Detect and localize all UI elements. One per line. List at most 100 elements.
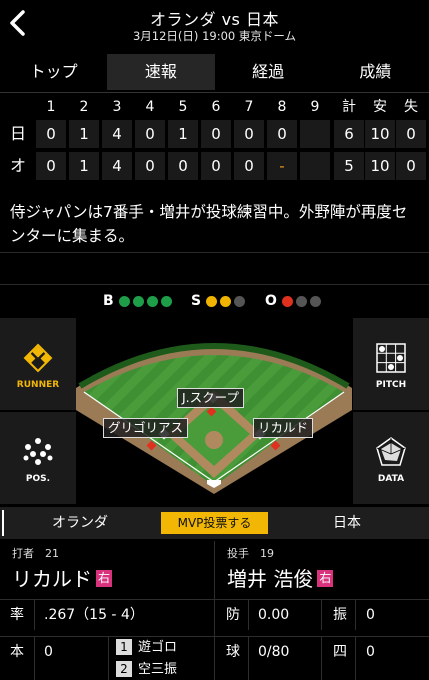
inning-score: 0 <box>135 120 165 148</box>
at-bat-number: 2 <box>116 661 132 677</box>
tab-live[interactable]: 速報 <box>107 54 215 90</box>
total-runs: 5 <box>334 152 364 180</box>
strike-zone-grid-icon <box>376 343 406 373</box>
ball-dot <box>118 295 130 307</box>
total-errors: 0 <box>396 120 426 148</box>
divider <box>34 600 35 630</box>
runner-button-label: RUNNER <box>16 380 60 390</box>
ball-dot <box>132 295 144 307</box>
total-errors: 0 <box>396 152 426 180</box>
strike-count: S <box>191 292 248 310</box>
ball-dot <box>146 295 158 307</box>
divider <box>0 284 429 285</box>
fielder-label-second: リカルド <box>253 418 314 438</box>
tab-stats[interactable]: 成績 <box>322 54 429 90</box>
out-indicator <box>281 295 324 307</box>
data-button-label: DATA <box>377 474 405 484</box>
positions-icon <box>23 438 53 465</box>
mvp-vote-button[interactable]: MVP投票する <box>161 512 268 534</box>
radar-chart-icon <box>376 437 406 466</box>
divider <box>2 510 4 536</box>
at-bat-result-text: 空三振 <box>138 662 178 677</box>
strike-indicator <box>206 295 248 307</box>
divider <box>0 252 429 253</box>
strikeout-label: 振 <box>333 607 347 623</box>
position-button[interactable]: POS. <box>0 412 76 504</box>
divider <box>355 637 356 680</box>
inning-header: 2 <box>79 99 89 115</box>
pitcher-name: 増井 浩俊 <box>227 567 314 591</box>
position-button-label: POS. <box>25 474 51 484</box>
batter-role-number: 打者 21 <box>12 547 59 560</box>
strike-label: S <box>191 293 202 309</box>
strike-dot <box>234 295 246 307</box>
strike-dot <box>206 295 218 307</box>
at-bat-result-text: 遊ゴロ <box>138 640 178 655</box>
divider <box>248 600 249 630</box>
page-title: オランダ vs 日本 <box>150 10 279 29</box>
out-dot <box>281 295 293 307</box>
total-runs-header: 計 <box>342 99 356 115</box>
batter-name: リカルド <box>12 567 92 591</box>
inning-header: 9 <box>310 99 320 115</box>
runner-diamond-icon <box>23 343 53 373</box>
inning-score <box>300 152 330 180</box>
runner-button[interactable]: RUNNER <box>0 318 76 410</box>
divider <box>34 637 35 680</box>
field-view: J.スクープ グリゴリアス リカルド RUNNER POS. PITCH DAT… <box>0 318 429 504</box>
stats-row: 本 0 1 遊ゴロ 2 空三振 球 0/80 四 0 <box>0 636 429 680</box>
play-commentary: 侍ジャパンは7番手・増井が投球練習中。外野陣が再度センターに集まる。 <box>10 203 408 245</box>
inning-header: 3 <box>112 99 122 115</box>
divider <box>321 600 322 630</box>
total-hits: 10 <box>365 120 395 148</box>
inning-score: 1 <box>168 120 198 148</box>
pitch-button[interactable]: PITCH <box>353 318 429 410</box>
inning-score: 0 <box>168 152 198 180</box>
data-button[interactable]: DATA <box>353 412 429 504</box>
scoreboard-row-netherlands: オ 0 1 4 0 0 0 0 - 5 10 0 <box>0 152 429 182</box>
inning-score: 4 <box>102 120 132 148</box>
team-bar: オランダ MVP投票する 日本 <box>0 507 429 539</box>
out-label: O <box>265 293 277 309</box>
inning-header: 6 <box>211 99 221 115</box>
walks-label: 四 <box>333 644 347 660</box>
inning-score: 0 <box>234 152 264 180</box>
divider <box>248 637 249 680</box>
team-japan-tab[interactable]: 日本 <box>333 507 361 539</box>
scoreboard-row-japan: 日 0 1 4 0 1 0 0 0 6 10 0 <box>0 120 429 150</box>
fielder-label-shortstop: グリゴリアス <box>103 418 189 438</box>
pitcher-name-row: 増井 浩俊右 <box>227 563 334 592</box>
game-date-venue: 3月12日(日) 19:00 東京ドーム <box>132 29 297 43</box>
batter-name-row: リカルド右 <box>12 563 112 592</box>
inning-score-current: - <box>267 152 297 180</box>
divider <box>0 92 429 93</box>
divider <box>321 637 322 680</box>
team-abbrev: オ <box>10 156 27 175</box>
inning-score: 0 <box>36 152 66 180</box>
hits-header: 安 <box>373 99 387 115</box>
out-count: O <box>265 292 324 310</box>
tab-top[interactable]: トップ <box>0 54 107 90</box>
pitcher-role-number: 投手 19 <box>227 547 274 560</box>
inning-header: 5 <box>178 99 188 115</box>
stats-row: 率 .267（15 - 4） 防 0.00 振 0 <box>0 599 429 630</box>
ball-dot <box>160 295 172 307</box>
batting-avg-value: .267（15 - 4） <box>44 607 144 623</box>
inning-score: 0 <box>36 120 66 148</box>
inning-score: 0 <box>201 152 231 180</box>
errors-header: 失 <box>404 99 418 115</box>
inning-score: 1 <box>69 152 99 180</box>
pitch-count-value: 0/80 <box>258 644 290 660</box>
pitch-count-label: 球 <box>226 644 240 660</box>
batter-panel[interactable]: 打者 21 リカルド右 <box>0 541 214 597</box>
team-netherlands-tab[interactable]: オランダ <box>52 507 108 539</box>
at-bat-result: 1 遊ゴロ <box>116 639 177 657</box>
tab-progress[interactable]: 経過 <box>215 54 322 90</box>
pitch-button-label: PITCH <box>375 380 407 390</box>
inning-score: 0 <box>234 120 264 148</box>
ball-count: B <box>103 292 175 310</box>
pitcher-panel[interactable]: 投手 19 増井 浩俊右 <box>215 541 429 597</box>
fielder-label-center: J.スクープ <box>177 388 244 408</box>
inning-score: 0 <box>267 120 297 148</box>
header: オランダ vs 日本 3月12日(日) 19:00 東京ドーム <box>0 0 429 48</box>
